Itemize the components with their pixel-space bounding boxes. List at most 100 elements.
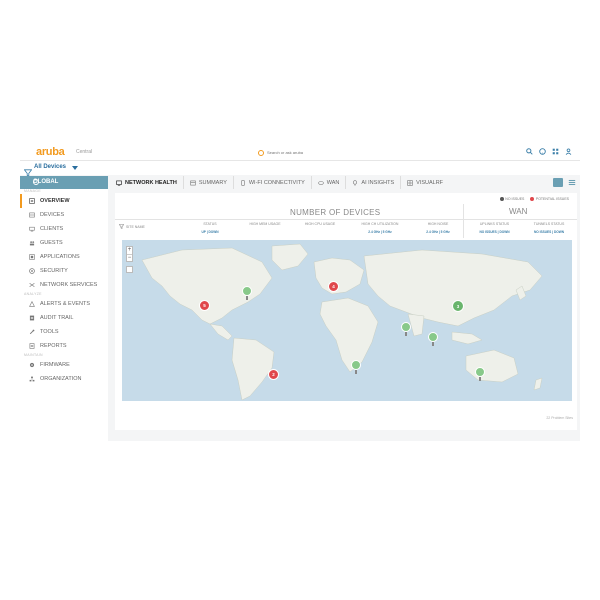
device-filter[interactable]: All Devices (20, 161, 580, 177)
list-view-icon[interactable] (568, 178, 576, 187)
sidebar-item-guests[interactable]: GUESTS (20, 236, 108, 250)
problem-sites-count: 22 Problem Sites (546, 416, 573, 420)
legend-potential-issues: POTENTIAL ISSUES (530, 197, 569, 202)
reports-icon (29, 343, 35, 349)
site-marker[interactable]: 3 (452, 300, 464, 312)
tab-ai-insights[interactable]: AI INSIGHTS (346, 176, 402, 189)
filter-label: All Devices (34, 164, 67, 170)
site-marker[interactable] (475, 367, 485, 377)
column-site-name[interactable]: SITE NAME (119, 224, 145, 229)
top-bar: aruba Central (20, 143, 580, 161)
tools-icon (29, 329, 35, 335)
site-marker[interactable]: 5 (199, 300, 210, 311)
audit-icon (29, 315, 35, 321)
tab-label: AI INSIGHTS (361, 179, 395, 186)
marker-pin (246, 296, 248, 300)
tab-label: WI-FI CONNECTIVITY (248, 179, 305, 186)
wan-icon (318, 180, 324, 185)
zoom-control: + − (126, 246, 133, 262)
sidebar-item-label: SECURITY (40, 268, 68, 274)
security-icon (29, 268, 35, 274)
tab-label: NETWORK HEALTH (125, 179, 177, 186)
network-health-panel: NO ISSUES POTENTIAL ISSUES NUMBER OF DEV… (115, 193, 577, 430)
zoom-in-button[interactable]: + (127, 247, 132, 254)
site-marker[interactable]: 2 (268, 369, 279, 380)
clients-icon (29, 226, 35, 232)
sidebar-item-clients[interactable]: CLIENTS (20, 222, 108, 236)
tab-wan[interactable]: WAN (312, 176, 347, 189)
column-high-ch[interactable]: HIGH CH UTILIZATION 2.4 GHz | 5 GHz (350, 222, 410, 234)
visualrf-icon (407, 179, 413, 186)
search-icon[interactable] (525, 147, 533, 155)
organization-icon (29, 376, 35, 382)
tab-summary[interactable]: SUMMARY (184, 176, 234, 189)
column-uplinks[interactable]: UPLINKS STATUS NO ISSUES | DOWN (467, 222, 522, 234)
devices-icon (29, 212, 35, 218)
sidebar-item-alerts-events[interactable]: ALERTS & EVENTS (20, 297, 108, 311)
top-icons (525, 147, 572, 155)
sidebar-item-organization[interactable]: ORGANIZATION (20, 372, 108, 386)
header-line (115, 219, 577, 220)
sidebar-item-network-services[interactable]: NETWORK SERVICES (20, 278, 108, 292)
world-map[interactable]: + − 5 4 2 3 (122, 240, 572, 401)
number-of-devices-header: NUMBER OF DEVICES (290, 208, 381, 217)
marker-pin (405, 332, 407, 336)
column-high-noise[interactable]: HIGH NOISE 2.4 GHz | 5 GHz (413, 222, 463, 234)
sidebar-item-label: APPLICATIONS (40, 254, 80, 260)
site-marker[interactable] (351, 360, 361, 370)
tab-bar: NETWORK HEALTH SUMMARY WI-FI CONNECTIVIT… (110, 176, 580, 189)
column-high-cpu[interactable]: HIGH CPU USAGE (295, 222, 345, 226)
sidebar-item-security[interactable]: SECURITY (20, 264, 108, 278)
help-icon[interactable] (538, 147, 546, 155)
view-toggle (553, 178, 576, 187)
column-high-mem[interactable]: HIGH MEM USAGE (240, 222, 290, 226)
tab-network-health[interactable]: NETWORK HEALTH (110, 176, 184, 189)
guests-icon (29, 241, 35, 246)
map-legend: NO ISSUES POTENTIAL ISSUES (499, 197, 569, 202)
legend-no-issues: NO ISSUES (499, 197, 524, 202)
site-marker[interactable] (242, 286, 252, 296)
search-bar[interactable] (258, 148, 378, 157)
search-input[interactable] (267, 150, 367, 155)
zoom-out-button[interactable]: − (127, 254, 132, 261)
search-icon (258, 149, 264, 156)
sidebar-item-label: OVERVIEW (40, 198, 70, 204)
tab-label: WAN (326, 179, 340, 186)
sidebar-item-label: TOOLS (40, 329, 59, 335)
sidebar-item-overview[interactable]: OVERVIEW (20, 194, 108, 208)
wifi-connectivity-icon (241, 179, 245, 186)
marker-pin (432, 342, 434, 346)
map-view-button[interactable] (553, 178, 563, 187)
tab-label: VISUALRF (416, 179, 444, 186)
tab-wifi-connectivity[interactable]: WI-FI CONNECTIVITY (234, 176, 312, 189)
sidebar-item-label: GUESTS (40, 240, 63, 246)
sidebar-item-firmware[interactable]: FIRMWARE (20, 358, 108, 372)
aruba-central-app: aruba Central All Devices (20, 143, 580, 441)
sidebar-item-applications[interactable]: APPLICATIONS (20, 250, 108, 264)
chevron-down-icon (72, 166, 78, 170)
marker-pin (355, 370, 357, 374)
tab-visualrf[interactable]: VISUALRF (401, 176, 449, 189)
sidebar-item-label: ALERTS & EVENTS (40, 301, 91, 307)
apps-grid-icon[interactable] (551, 147, 559, 155)
global-scope[interactable]: GLOBAL (20, 176, 108, 189)
sidebar: MANAGE OVERVIEW DEVICES CLIENTS GUESTS A… (20, 189, 108, 441)
filter-icon (119, 224, 124, 229)
sidebar-item-label: FIRMWARE (40, 362, 70, 368)
column-tunnels[interactable]: TUNNELS STATUS NO ISSUES | DOWN (523, 222, 575, 234)
site-marker[interactable]: 4 (328, 281, 339, 292)
column-headers: SITE NAME STATUS UP | DOWN HIGH MEM USAGE… (115, 222, 577, 238)
sidebar-item-reports[interactable]: REPORTS (20, 339, 108, 353)
reset-view-button[interactable] (126, 266, 133, 273)
site-marker[interactable] (401, 322, 411, 332)
site-marker[interactable] (428, 332, 438, 342)
global-label: GLOBAL (33, 179, 59, 185)
sidebar-item-label: ORGANIZATION (40, 376, 82, 382)
user-icon[interactable] (564, 147, 572, 155)
sidebar-item-tools[interactable]: TOOLS (20, 325, 108, 339)
sidebar-item-audit-trail[interactable]: AUDIT TRAIL (20, 311, 108, 325)
column-status[interactable]: STATUS UP | DOWN (185, 222, 235, 234)
alert-icon (29, 301, 35, 307)
sidebar-item-devices[interactable]: DEVICES (20, 208, 108, 222)
aruba-logo[interactable]: aruba (36, 146, 65, 158)
